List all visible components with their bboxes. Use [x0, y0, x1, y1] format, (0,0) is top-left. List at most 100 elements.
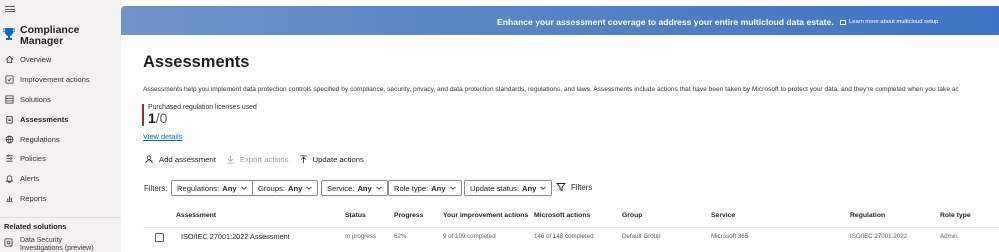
filter-value: Any — [222, 183, 237, 193]
page-title: Assessments — [143, 53, 250, 71]
table-row[interactable]: ISO/IEC 27001:2022 Assessment In progres… — [121, 230, 999, 246]
export-actions-label: Export actions — [239, 154, 289, 164]
left-nav: Compliance Manager Overview Improvement … — [0, 0, 121, 252]
nav-item-regulations[interactable]: Regulations — [0, 129, 121, 149]
filter-regulations[interactable]: Regulations: Any — [171, 180, 253, 196]
nav-item-assessments[interactable]: Assessments — [0, 109, 121, 129]
home-icon — [4, 55, 14, 65]
filter-name: Update status: — [470, 183, 519, 193]
app-root: Compliance Manager Overview Improvement … — [0, 0, 999, 252]
nav-label: Overview — [20, 55, 52, 65]
nav-item-solutions[interactable]: Solutions — [0, 90, 121, 110]
update-actions-label: Update actions — [312, 154, 364, 164]
filter-update-status[interactable]: Update status: Any — [464, 180, 553, 196]
column-header-improvement-actions[interactable]: Your improvement actions — [443, 212, 528, 219]
download-icon — [226, 155, 235, 164]
nav-label: Data Security Investigations (preview) — [20, 237, 94, 252]
policy-icon — [4, 154, 14, 164]
cell-assessment[interactable]: ISO/IEC 27001:2022 Assessment — [181, 232, 290, 241]
cell-group: Default Group — [622, 233, 661, 240]
column-header-service[interactable]: Service — [711, 212, 735, 219]
nav-item-overview[interactable]: Overview — [0, 50, 121, 70]
nav-label: Assessments — [20, 114, 69, 124]
cell-service: Microsoft 365 — [711, 233, 749, 240]
nav-item-improvement-actions[interactable]: Improvement actions — [0, 70, 121, 90]
licenses-used: 1 — [148, 110, 156, 126]
nav-item-alerts[interactable]: Alerts — [0, 169, 121, 189]
column-header-progress[interactable]: Progress — [394, 212, 423, 219]
bell-icon — [4, 174, 14, 184]
multicloud-banner: Enhance your assessment coverage to addr… — [121, 6, 999, 35]
nav-item-data-security-investigations[interactable]: Data Security Investigations (preview) — [4, 237, 100, 252]
filter-value: Any — [521, 183, 537, 193]
licenses-value: 1/0 — [148, 110, 167, 126]
filter-role-type[interactable]: Role type: Any — [388, 180, 462, 196]
chevron-down-icon — [240, 186, 247, 190]
column-header-assessment[interactable]: Assessment — [176, 212, 216, 219]
external-link-icon — [840, 19, 846, 25]
nav-label: Solutions — [20, 94, 51, 104]
chevron-down-icon — [449, 186, 456, 190]
cell-improvement-actions: 9 of 109 completed — [443, 233, 496, 240]
table-header-divider — [143, 227, 999, 228]
licenses-total: /0 — [155, 110, 168, 126]
nav-label: Alerts — [20, 174, 40, 184]
filter-groups[interactable]: Groups: Any — [252, 180, 319, 196]
add-assessment-button[interactable]: Add assessment — [145, 155, 216, 164]
column-header-regulation[interactable]: Regulation — [850, 212, 885, 219]
nav-label: Regulations — [20, 134, 60, 144]
command-bar: Add assessment Export actions Update act… — [145, 153, 374, 165]
filter-name: Service: — [327, 183, 355, 193]
view-details-link[interactable]: View details — [143, 132, 182, 141]
filters-label: Filters: — [144, 184, 168, 193]
checklist-icon — [4, 75, 14, 85]
page-description: Assessments help you implement data prot… — [143, 86, 959, 93]
column-header-group[interactable]: Group — [622, 212, 642, 219]
cell-progress: 62% — [394, 233, 407, 240]
clipboard-icon — [4, 114, 14, 124]
chart-icon — [4, 193, 14, 203]
nav-list: Overview Improvement actions Solutions A… — [0, 50, 121, 208]
nav-label: Improvement actions — [20, 75, 90, 85]
globe-icon — [4, 134, 14, 144]
banner-text: Enhance your assessment coverage to addr… — [497, 17, 834, 27]
investigation-icon — [4, 238, 14, 248]
cell-microsoft-actions: 146 of 148 completed — [534, 233, 594, 240]
add-person-icon — [145, 154, 154, 164]
main-content: Enhance your assessment coverage to addr… — [121, 0, 999, 252]
filter-name: Groups: — [258, 183, 286, 193]
cell-role-type: Admin — [940, 233, 958, 240]
row-checkbox[interactable] — [155, 233, 164, 242]
app-title: Compliance Manager — [20, 24, 80, 47]
chevron-down-icon — [540, 186, 547, 190]
filters-button[interactable]: Filters — [556, 182, 592, 192]
filter-value: Any — [357, 183, 372, 193]
related-solutions-heading: Related solutions — [4, 222, 67, 231]
grid-icon — [4, 94, 14, 104]
table-header: Assessment Status Progress Your improvem… — [121, 208, 999, 226]
column-header-role-type[interactable]: Role type — [940, 212, 971, 219]
trophy-icon — [2, 27, 16, 41]
cell-status: In progress — [345, 233, 376, 240]
column-header-microsoft-actions[interactable]: Microsoft actions — [534, 212, 590, 219]
nav-item-reports[interactable]: Reports — [0, 189, 121, 209]
filter-service[interactable]: Service: Any — [321, 180, 388, 196]
upload-icon — [299, 154, 308, 164]
nav-label: Policies — [20, 154, 46, 164]
filter-value: Any — [431, 183, 446, 193]
nav-label: Reports — [20, 193, 47, 203]
filter-icon — [556, 182, 566, 192]
hamburger-menu-icon[interactable] — [5, 6, 15, 12]
banner-learn-more-link[interactable]: Learn more about multicloud setup — [840, 19, 938, 25]
update-actions-button[interactable]: Update actions — [299, 155, 364, 164]
banner-link-label: Learn more about multicloud setup — [849, 19, 939, 25]
filter-name: Regulations: — [177, 183, 220, 193]
column-header-status[interactable]: Status — [345, 212, 366, 219]
export-actions-button[interactable]: Export actions — [226, 155, 289, 164]
nav-item-policies[interactable]: Policies — [0, 149, 121, 169]
cell-regulation: ISO/IEC 27001:2022 — [850, 233, 908, 240]
chevron-down-icon — [306, 186, 313, 190]
filter-name: Role type: — [394, 183, 429, 193]
chevron-down-icon — [376, 186, 382, 190]
add-assessment-label: Add assessment — [159, 154, 216, 164]
